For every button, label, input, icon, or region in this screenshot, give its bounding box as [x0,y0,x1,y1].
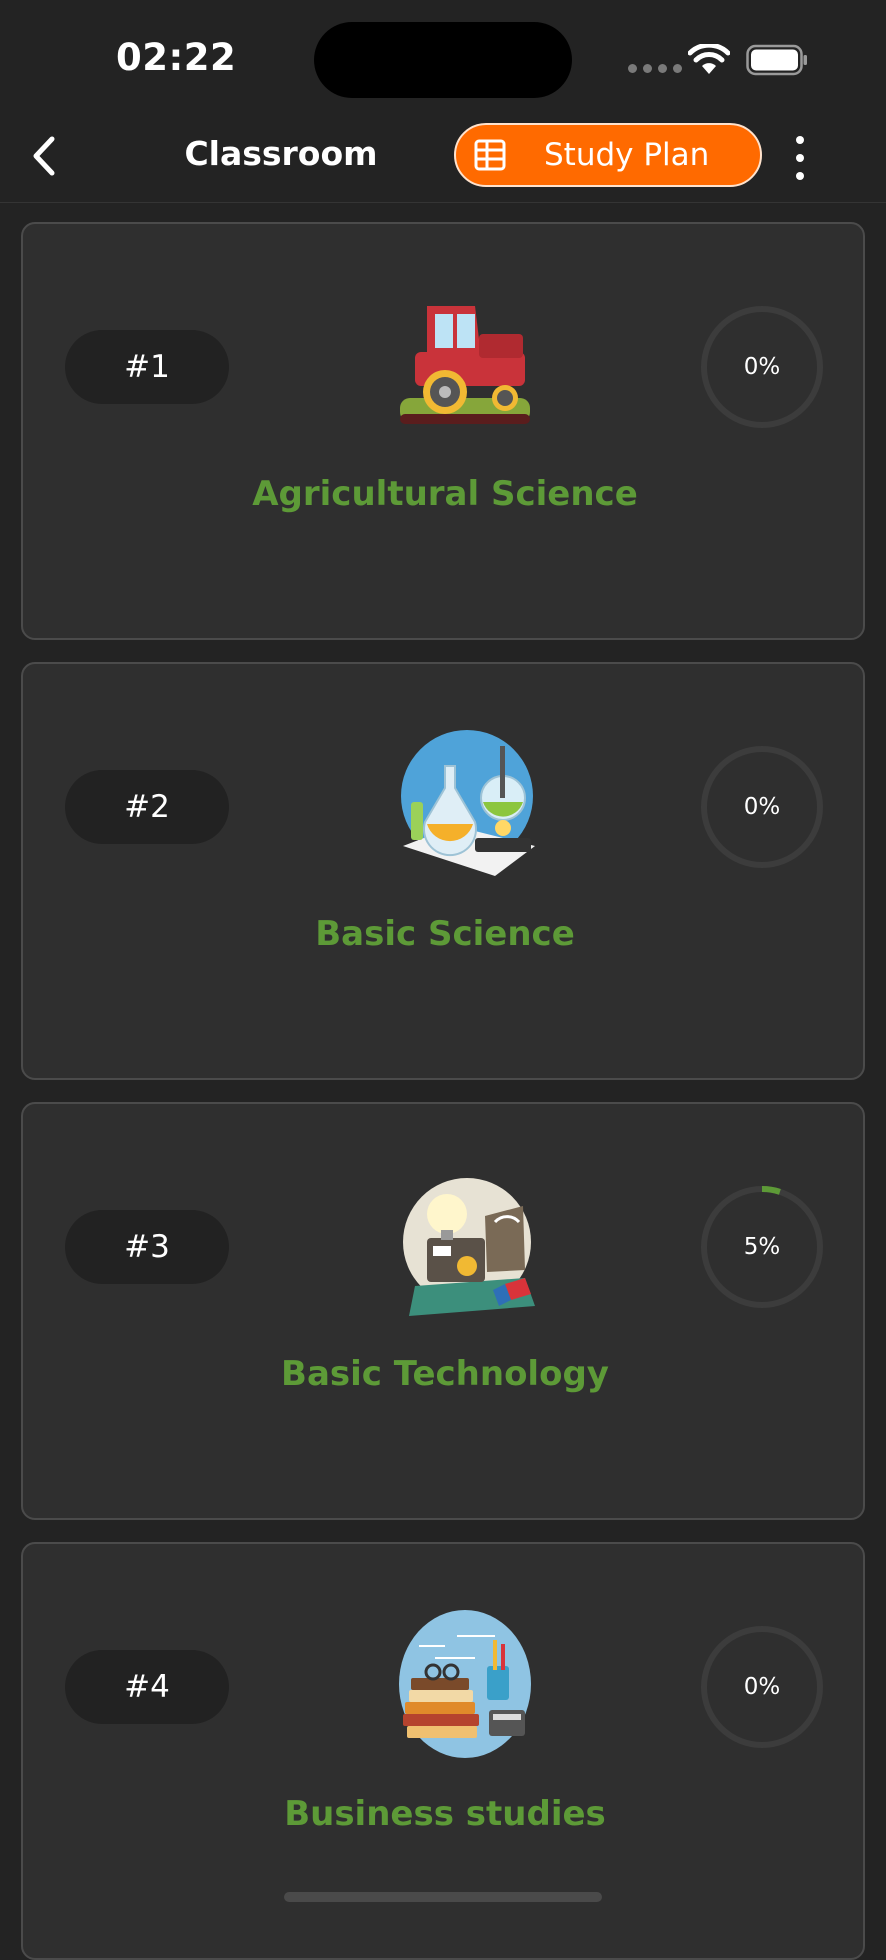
course-title: Business studies [284,1794,606,1834]
course-number-badge: #1 [65,330,229,404]
course-title: Basic Science [315,914,575,954]
app-header: Classroom Study Plan [0,110,886,203]
tractor-illustration [400,306,530,424]
page-title: Classroom [184,134,378,173]
course-card[interactable]: #2 Basic Science 0% [21,662,865,1080]
progress-percent: 0% [743,354,781,380]
progress-percent: 5% [743,1234,781,1260]
progress-percent: 0% [743,794,781,820]
course-title: Agricultural Science [252,474,638,514]
wifi-icon [688,44,730,74]
course-title: Basic Technology [281,1354,609,1394]
grid-table-icon [474,139,506,171]
science-lab-illustration [401,730,535,876]
course-number-badge: #4 [65,1650,229,1724]
business-books-illustration [399,1610,531,1758]
home-indicator [284,1892,602,1902]
cellular-signal-icon [628,64,682,73]
course-card[interactable]: #1 Agricultural Science 0% [21,222,865,640]
progress-percent: 0% [743,1674,781,1700]
study-plan-button[interactable]: Study Plan [454,123,762,187]
course-number-badge: #3 [65,1210,229,1284]
status-time: 02:22 [116,36,237,79]
chevron-left-icon [33,136,55,176]
course-card[interactable]: #3 Basic Technology 5% [21,1102,865,1520]
status-bar: 02:22 [0,0,886,110]
back-button[interactable] [20,132,68,180]
course-number-badge: #2 [65,770,229,844]
technology-lab-illustration [403,1178,535,1316]
more-vertical-icon [796,136,804,144]
more-options-button[interactable] [780,130,820,186]
study-plan-label: Study Plan [544,137,710,173]
battery-icon [746,44,807,76]
dynamic-island [314,22,572,98]
